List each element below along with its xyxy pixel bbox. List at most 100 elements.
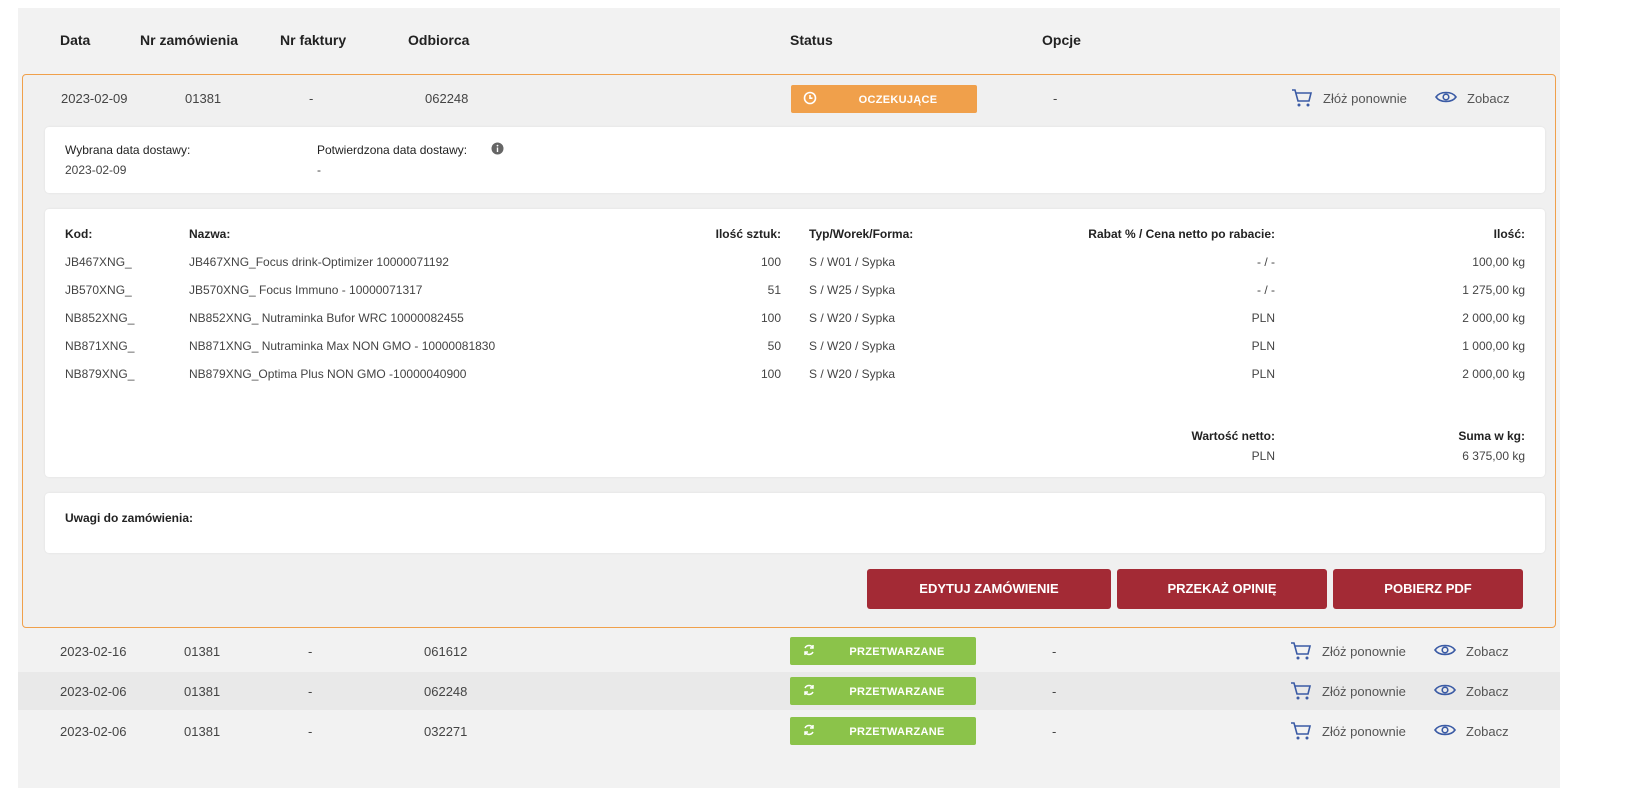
- cart-icon: [1292, 89, 1313, 107]
- item-amount: 100,00 kg: [1472, 255, 1525, 269]
- eye-icon: [1435, 91, 1457, 103]
- items-header-amount: Ilość:: [1493, 227, 1525, 241]
- item-name: NB852XNG_ Nutraminka Bufor WRC 100000824…: [189, 311, 464, 325]
- item-qty: 50: [767, 339, 781, 353]
- status-label: PRZETWARZANE: [849, 686, 945, 698]
- net-value-label: Wartość netto:: [1191, 429, 1275, 443]
- col-options: Opcje: [1042, 32, 1081, 48]
- col-status: Status: [790, 32, 833, 48]
- item-type: S / W20 / Sypka: [809, 311, 896, 325]
- order-number: 01381: [184, 724, 221, 739]
- order-number: 01381: [184, 684, 221, 699]
- status-label: PRZETWARZANE: [849, 646, 945, 658]
- items-header-type: Typ/Worek/Forma:: [809, 227, 914, 241]
- order-date: 2023-02-16: [60, 644, 127, 659]
- item-name: NB879XNG_Optima Plus NON GMO -1000004090…: [189, 367, 467, 381]
- items-header-qty: Ilość sztuk:: [715, 227, 781, 241]
- invoice-number: -: [308, 724, 313, 739]
- item-qty: 51: [767, 283, 781, 297]
- item-amount: 2 000,00 kg: [1462, 311, 1525, 325]
- eye-icon: [1434, 684, 1456, 696]
- item-code: NB879XNG_: [65, 367, 135, 381]
- sum-kg-label: Suma w kg:: [1458, 429, 1525, 443]
- selected-delivery-label: Wybrana data dostawy:: [65, 143, 191, 157]
- table-row[interactable]: 2023-02-16 01381 - 061612 PRZETWARZANE -…: [18, 632, 1560, 670]
- item-code: JB570XNG_: [65, 283, 132, 297]
- item-discount: - / -: [1257, 283, 1275, 297]
- table-header: Data Nr zamówienia Nr faktury Odbiorca S…: [18, 8, 1560, 74]
- eye-icon: [1434, 644, 1456, 656]
- cart-icon: [1291, 722, 1312, 740]
- item-amount: 1 000,00 kg: [1462, 339, 1525, 353]
- notes-label: Uwagi do zamówienia:: [65, 511, 194, 525]
- order-number: 01381: [185, 91, 222, 106]
- item-type: S / W01 / Sypka: [809, 255, 896, 269]
- invoice-number: -: [309, 91, 314, 106]
- item-name: JB570XNG_ Focus Immuno - 10000071317: [189, 283, 423, 297]
- table-row[interactable]: 2023-02-06 01381 - 032271 PRZETWARZANE -…: [18, 712, 1560, 750]
- net-value: PLN: [1251, 449, 1275, 463]
- recipient: 061612: [424, 644, 468, 659]
- items-header-name: Nazwa:: [189, 227, 231, 241]
- orders-panel: Data Nr zamówienia Nr faktury Odbiorca S…: [18, 8, 1560, 788]
- item-code: JB467XNG_: [65, 255, 132, 269]
- recipient: 062248: [425, 91, 469, 106]
- delivery-card: Wybrana data dostawy: 2023-02-09 Potwier…: [45, 127, 1545, 193]
- table-row[interactable]: 2023-02-06 01381 - 062248 PRZETWARZANE -…: [18, 672, 1560, 710]
- col-order-no: Nr zamówienia: [140, 32, 239, 48]
- recipient: 062248: [424, 684, 468, 699]
- confirmed-delivery-value: -: [317, 163, 321, 177]
- cart-icon: [1291, 642, 1312, 660]
- item-code: NB852XNG_: [65, 311, 135, 325]
- confirmed-delivery-label: Potwierdzona data dostawy:: [317, 143, 468, 157]
- status-badge: PRZETWARZANE: [790, 717, 976, 745]
- status-badge: PRZETWARZANE: [790, 637, 976, 665]
- recipient: 032271: [424, 724, 468, 739]
- invoice-number: -: [308, 644, 313, 659]
- col-recipient: Odbiorca: [408, 32, 470, 48]
- item-name: NB871XNG_ Nutraminka Max NON GMO - 10000…: [189, 339, 496, 353]
- order-date: 2023-02-06: [60, 684, 127, 699]
- item-qty: 100: [760, 255, 781, 269]
- cart-icon: [1291, 682, 1312, 700]
- eye-icon: [1434, 724, 1456, 736]
- status-badge: PRZETWARZANE: [790, 677, 976, 705]
- item-discount: - / -: [1257, 255, 1275, 269]
- item-amount: 1 275,00 kg: [1462, 283, 1525, 297]
- col-invoice-no: Nr faktury: [280, 32, 347, 48]
- expanded-order: 2023-02-09 01381 - 062248 OCZEKUJĄCE - Z…: [22, 74, 1556, 628]
- item-type: S / W20 / Sypka: [809, 339, 896, 353]
- order-date: 2023-02-06: [60, 724, 127, 739]
- invoice-number: -: [308, 684, 313, 699]
- item-type: S / W20 / Sypka: [809, 367, 896, 381]
- item-discount: PLN: [1251, 311, 1275, 325]
- edit-order-button[interactable]: EDYTUJ ZAMÓWIENIE: [867, 569, 1111, 609]
- item-amount: 2 000,00 kg: [1462, 367, 1525, 381]
- item-qty: 100: [760, 311, 781, 325]
- item-type: S / W25 / Sypka: [809, 283, 896, 297]
- download-pdf-button[interactable]: POBIERZ PDF: [1333, 569, 1523, 609]
- table-row[interactable]: 2023-02-09 01381 - 062248 OCZEKUJĄCE - Z…: [23, 81, 1555, 115]
- feedback-button[interactable]: PRZEKAŻ OPINIĘ: [1117, 569, 1327, 609]
- info-icon[interactable]: [491, 142, 504, 155]
- sum-kg-value: 6 375,00 kg: [1462, 449, 1525, 463]
- status-badge: OCZEKUJĄCE: [791, 85, 977, 113]
- status-label: OCZEKUJĄCE: [858, 94, 938, 106]
- items-header-discount: Rabat % / Cena netto po rabacie:: [1088, 227, 1275, 241]
- item-code: NB871XNG_: [65, 339, 135, 353]
- options-value: -: [1052, 724, 1057, 739]
- item-name: JB467XNG_Focus drink-Optimizer 100000711…: [189, 255, 449, 269]
- items-header-code: Kod:: [65, 227, 93, 241]
- order-number: 01381: [184, 644, 221, 659]
- status-label: PRZETWARZANE: [849, 726, 945, 738]
- options-value: -: [1053, 91, 1058, 106]
- item-discount: PLN: [1251, 367, 1275, 381]
- order-date: 2023-02-09: [61, 91, 128, 106]
- item-qty: 100: [760, 367, 781, 381]
- options-value: -: [1052, 644, 1057, 659]
- options-value: -: [1052, 684, 1057, 699]
- item-discount: PLN: [1251, 339, 1275, 353]
- col-date: Data: [60, 32, 91, 48]
- notes-card: Uwagi do zamówienia:: [45, 493, 1545, 553]
- items-card: Kod: Nazwa: Ilość sztuk: Typ/Worek/Forma…: [45, 209, 1545, 477]
